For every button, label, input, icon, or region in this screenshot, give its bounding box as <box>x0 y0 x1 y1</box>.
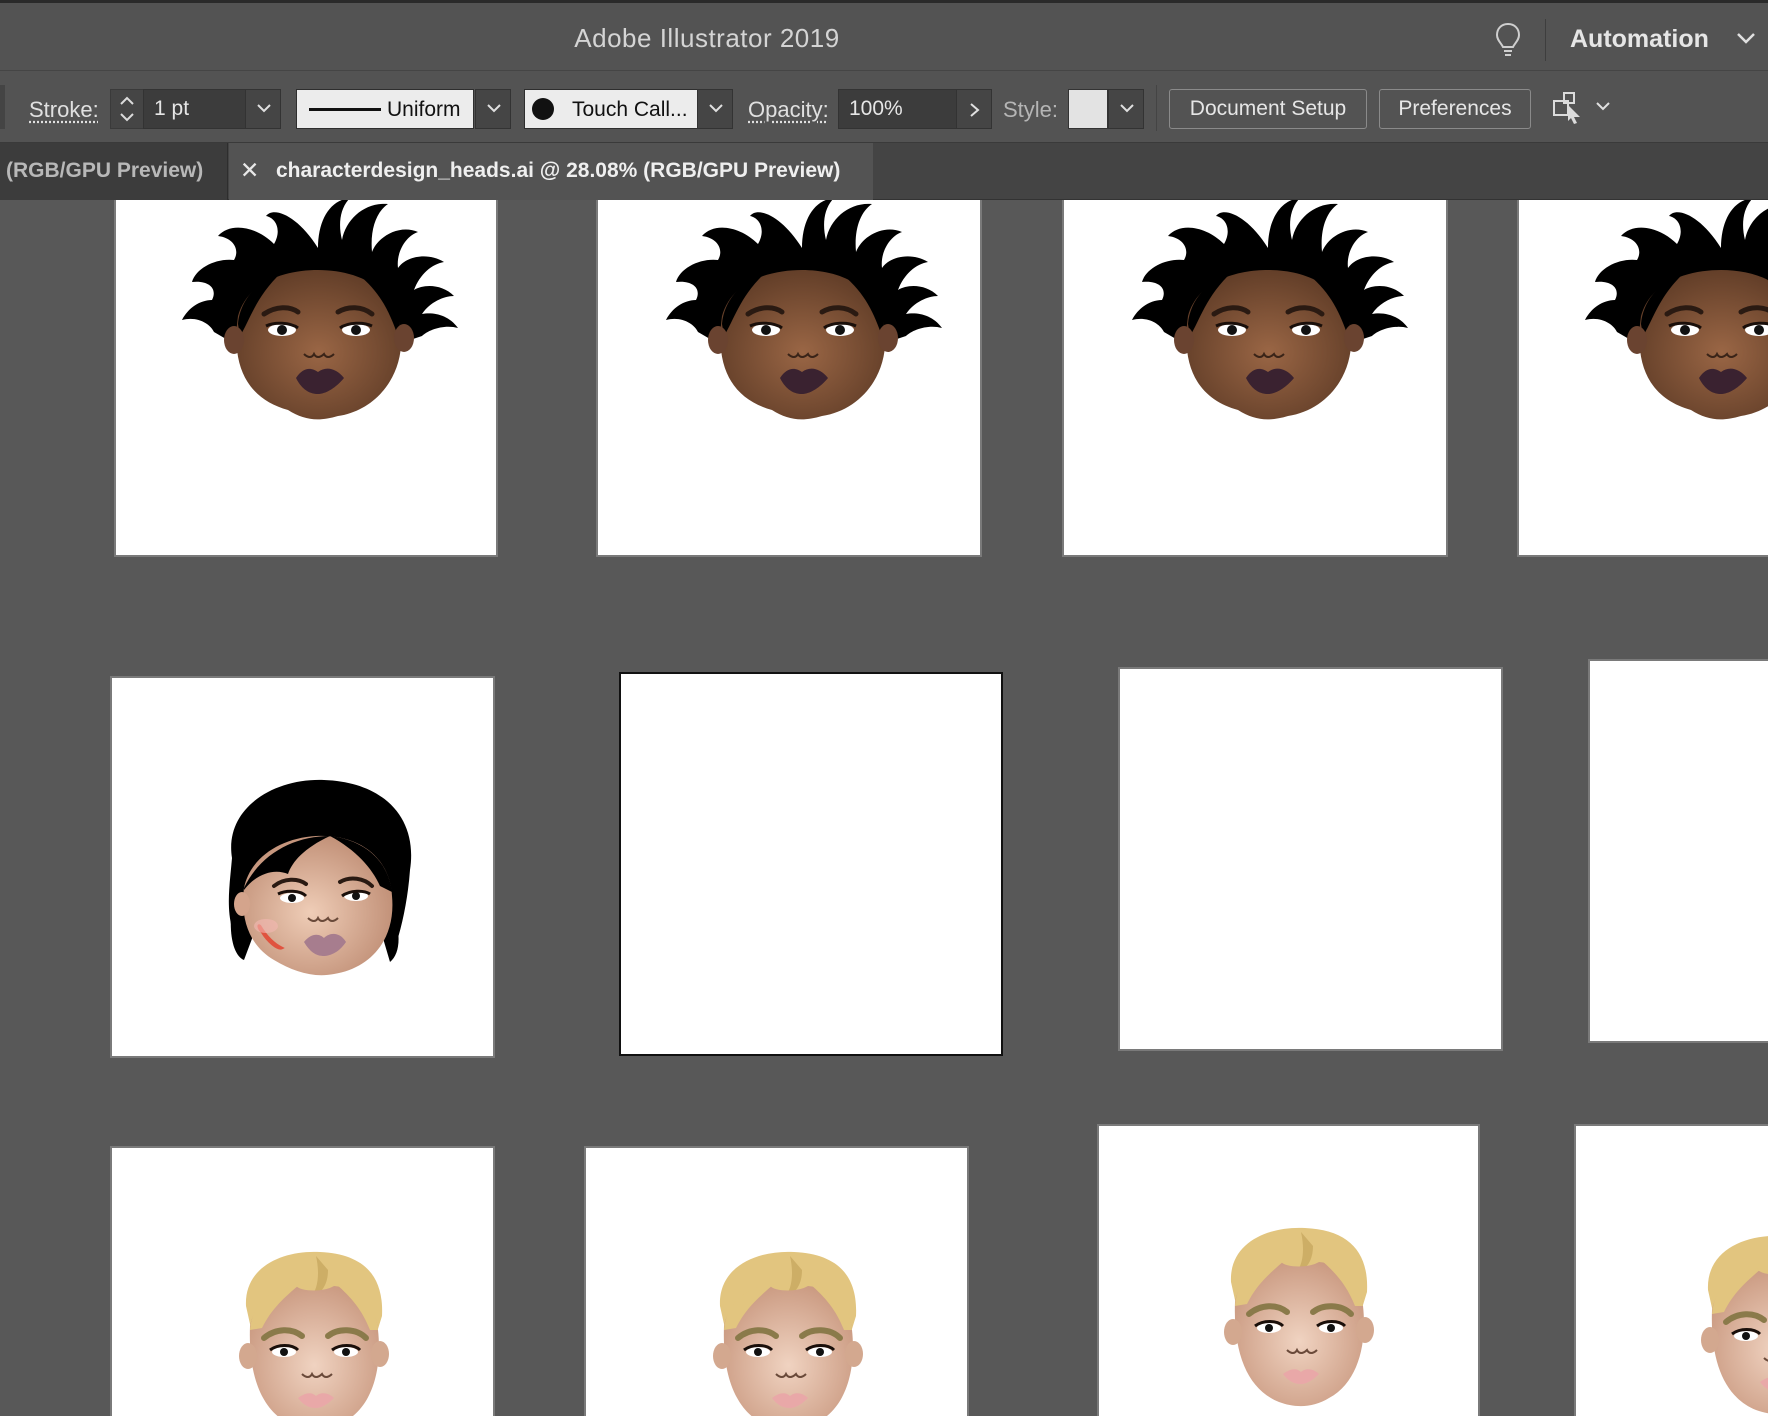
chevron-right-icon <box>970 103 980 117</box>
brush-dot-icon <box>532 98 554 120</box>
control-bar: Stroke: 1 pt Uniform Touch Call... Opaci… <box>0 70 1768 143</box>
stepper-icon <box>120 96 134 122</box>
toolbar-separator <box>1156 85 1157 131</box>
artboard[interactable] <box>1118 667 1503 1051</box>
chevron-down-icon[interactable] <box>1735 31 1757 45</box>
lightbulb-icon[interactable] <box>1493 21 1523 59</box>
chevron-down-icon <box>487 104 501 113</box>
character-head-blond <box>1686 1230 1768 1416</box>
character-head-bob <box>204 778 424 978</box>
opacity-slider-button[interactable] <box>956 89 992 129</box>
stroke-label[interactable]: Stroke: <box>29 97 99 123</box>
graphic-style-swatch[interactable] <box>1068 89 1108 129</box>
character-head-blond <box>1209 1222 1389 1412</box>
window-title: Adobe Illustrator 2019 <box>574 23 840 53</box>
artboard[interactable] <box>584 1146 969 1416</box>
character-head-curly <box>1581 200 1768 426</box>
tab-characterdesign-heads[interactable]: ✕ characterdesign_heads.ai @ 28.08% (RGB… <box>229 143 873 200</box>
artboard[interactable] <box>1062 200 1448 557</box>
brush-definition[interactable]: Touch Call... <box>524 89 698 129</box>
title-bar: Adobe Illustrator 2019 Automation <box>0 0 1768 70</box>
artboard[interactable] <box>1097 1124 1480 1416</box>
control-bar-edge <box>0 85 5 129</box>
character-head-curly <box>178 200 458 426</box>
stroke-weight-field[interactable]: 1 pt <box>143 89 247 129</box>
artboard[interactable] <box>114 200 498 557</box>
artboard[interactable] <box>1574 1124 1768 1416</box>
canvas[interactable] <box>0 200 1768 1416</box>
artboard[interactable] <box>110 1146 495 1416</box>
workspace-switcher[interactable]: Automation <box>1570 25 1709 54</box>
artboard[interactable] <box>1588 659 1768 1043</box>
chevron-down-icon[interactable] <box>1595 101 1611 113</box>
brush-dropdown[interactable] <box>697 89 733 129</box>
artboard-selected[interactable] <box>619 672 1003 1056</box>
stroke-weight-stepper[interactable] <box>110 89 144 129</box>
tab-document-1[interactable]: (RGB/GPU Preview) <box>0 143 228 200</box>
character-head-blond <box>224 1246 404 1416</box>
variable-width-profile[interactable]: Uniform <box>296 89 474 129</box>
chevron-down-icon <box>1120 104 1134 113</box>
title-separator <box>1545 19 1546 61</box>
chevron-down-icon <box>709 104 723 113</box>
artboard[interactable] <box>596 200 982 557</box>
artboard[interactable] <box>1517 200 1768 557</box>
document-setup-button[interactable]: Document Setup <box>1169 89 1367 129</box>
character-head-curly <box>662 200 942 426</box>
arrange-icon[interactable] <box>1550 89 1586 125</box>
tab-label: characterdesign_heads.ai @ 28.08% (RGB/G… <box>276 159 841 182</box>
character-head-blond <box>698 1246 878 1416</box>
profile-line-preview <box>309 108 381 111</box>
tab-label: (RGB/GPU Preview) <box>6 159 204 182</box>
artboard[interactable] <box>110 676 495 1058</box>
document-tabs: (RGB/GPU Preview) ✕ characterdesign_head… <box>0 143 1768 200</box>
brush-label: Touch Call... <box>572 98 688 121</box>
style-label: Style: <box>1003 97 1059 122</box>
profile-dropdown[interactable] <box>475 89 511 129</box>
character-head-curly <box>1128 200 1408 426</box>
profile-label: Uniform <box>387 98 461 121</box>
style-dropdown[interactable] <box>1108 89 1144 129</box>
stroke-weight-dropdown[interactable] <box>245 89 281 129</box>
close-icon[interactable]: ✕ <box>240 157 259 184</box>
opacity-field[interactable]: 100% <box>838 89 960 129</box>
chevron-down-icon <box>257 104 271 113</box>
preferences-button[interactable]: Preferences <box>1379 89 1531 129</box>
opacity-label[interactable]: Opacity: <box>748 97 829 123</box>
